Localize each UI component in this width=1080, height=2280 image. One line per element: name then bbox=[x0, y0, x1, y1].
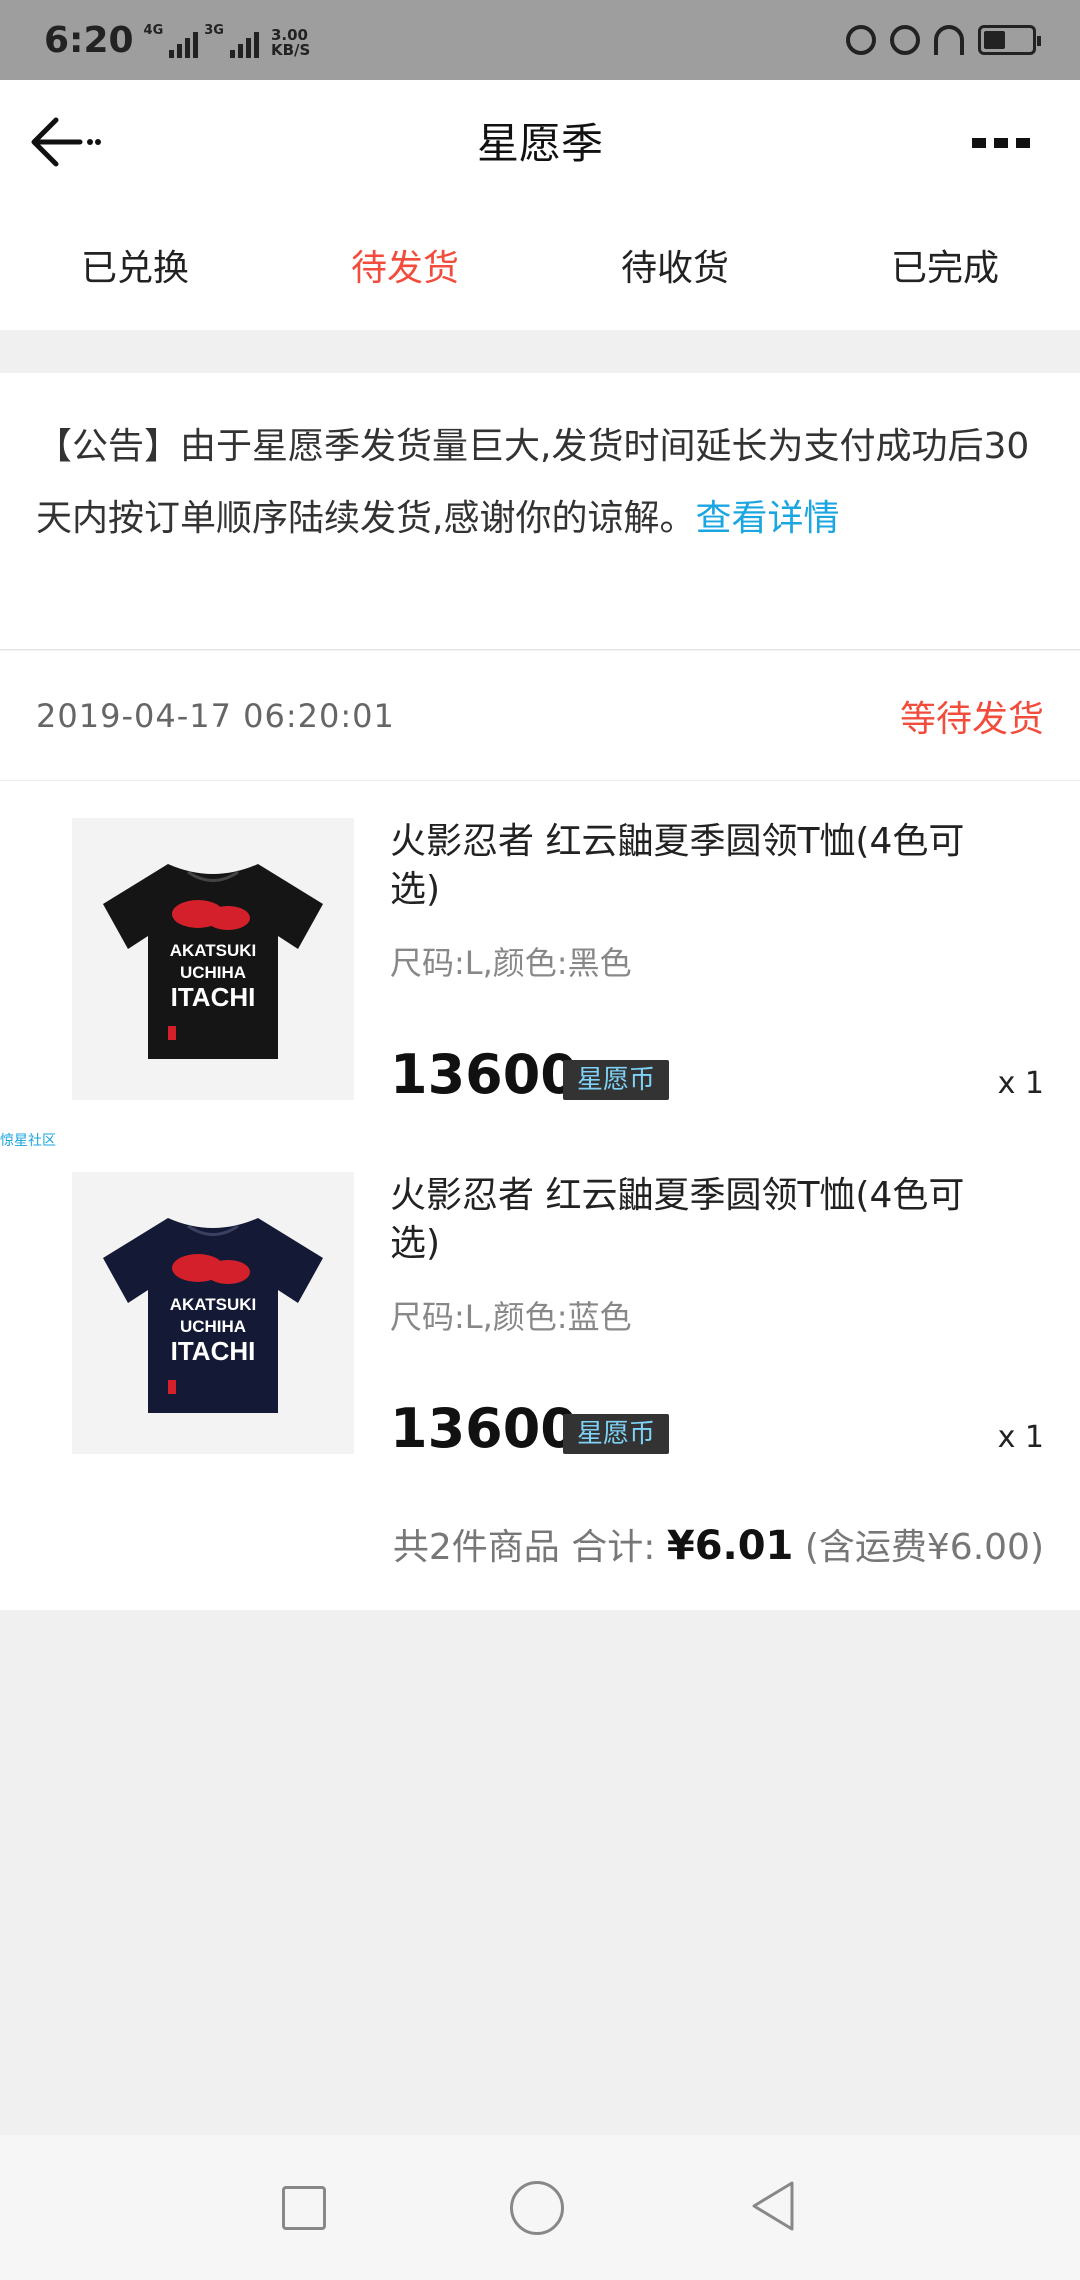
tab-completed[interactable]: 已完成 bbox=[810, 200, 1080, 330]
currency-badge: 星愿币 bbox=[563, 1060, 670, 1100]
system-nav-bar bbox=[0, 2135, 1080, 2280]
order-tabs: 已兑换 待发货 待收货 已完成 bbox=[0, 200, 1080, 330]
tshirt-image: AKATSUKI UCHIHA ITACHI bbox=[103, 864, 323, 1059]
item-price: 13600 bbox=[390, 1043, 578, 1106]
network-4g-label: 4G bbox=[143, 22, 164, 38]
print-line-1: AKATSUKI bbox=[170, 1295, 257, 1314]
tab-awaiting-shipment[interactable]: 待发货 bbox=[270, 200, 540, 330]
view-details-link[interactable]: 查看详情 bbox=[695, 498, 839, 539]
print-line-3: ITACHI bbox=[171, 1336, 256, 1366]
tshirt-image: AKATSUKI UCHIHA ITACHI bbox=[103, 1218, 323, 1413]
total-amount: ¥6.01 bbox=[666, 1523, 794, 1569]
order-time: 2019-04-17 06:20:01 bbox=[36, 696, 395, 735]
print-line-3: ITACHI bbox=[171, 982, 256, 1012]
product-image: AKATSUKI UCHIHA ITACHI bbox=[72, 818, 354, 1100]
battery-icon bbox=[978, 25, 1041, 55]
order-item[interactable]: AKATSUKI UCHIHA ITACHI 火影忍者 红云鼬夏季圆领T恤(4色… bbox=[0, 1172, 1080, 1472]
tab-exchanged[interactable]: 已兑换 bbox=[0, 200, 270, 330]
status-icons bbox=[846, 25, 1041, 55]
signal-icon-2 bbox=[229, 31, 259, 58]
order-total: 共2件商品 合计: ¥6.01 (含运费¥6.00) bbox=[393, 1518, 1044, 1570]
order-status: 等待发货 bbox=[899, 698, 1044, 740]
print-line-2: UCHIHA bbox=[180, 1317, 246, 1336]
item-spec: 尺码:L,颜色:蓝色 bbox=[390, 1298, 632, 1336]
total-label: 合计: bbox=[571, 1527, 656, 1568]
alarm-icon bbox=[890, 25, 920, 55]
status-time: 6:20 bbox=[44, 19, 134, 61]
recent-apps-button[interactable] bbox=[282, 2185, 326, 2230]
item-price: 13600 bbox=[390, 1397, 578, 1460]
announcement: 【公告】由于星愿季发货量巨大,发货时间延长为支付成功后30天内按订单顺序陆续发货… bbox=[0, 373, 1080, 650]
item-quantity: x 1 bbox=[997, 1066, 1044, 1101]
net-speed-unit: KB/S bbox=[270, 40, 311, 59]
item-title: 火影忍者 红云鼬夏季圆领T恤(4色可选) bbox=[390, 821, 965, 910]
currency-badge: 星愿币 bbox=[563, 1414, 670, 1454]
item-spec: 尺码:L,颜色:黑色 bbox=[390, 944, 632, 982]
more-icon bbox=[972, 138, 986, 148]
status-bar: 6:20 4G 3G 3.00 KB/S bbox=[0, 0, 1080, 80]
order-item[interactable]: AKATSUKI UCHIHA ITACHI 火影忍者 红云鼬夏季圆领T恤(4色… bbox=[0, 818, 1080, 1118]
app-header: 星愿季 bbox=[0, 80, 1080, 200]
item-quantity: x 1 bbox=[997, 1420, 1044, 1455]
more-button[interactable] bbox=[972, 138, 1030, 148]
back-nav-button[interactable] bbox=[748, 2179, 798, 2237]
net-speed: 3.00 KB/S bbox=[270, 27, 311, 59]
network-3g-label: 3G bbox=[204, 22, 224, 38]
item-title: 火影忍者 红云鼬夏季圆领T恤(4色可选) bbox=[390, 1175, 965, 1264]
order-card: 2019-04-17 06:20:01 等待发货 AKATSUKI UCHIHA… bbox=[0, 651, 1080, 1610]
product-image: AKATSUKI UCHIHA ITACHI bbox=[72, 1172, 354, 1454]
triangle-back-icon bbox=[752, 2181, 794, 2230]
announcement-text: 【公告】由于星愿季发货量巨大,发货时间延长为支付成功后30天内按订单顺序陆续发货… bbox=[36, 426, 1030, 539]
page-title: 星愿季 bbox=[476, 118, 603, 168]
shipping-fee: (含运费¥6.00) bbox=[804, 1527, 1044, 1568]
order-header: 2019-04-17 06:20:01 等待发货 bbox=[0, 651, 1080, 781]
community-watermark: 惊星社区 bbox=[0, 1133, 56, 1149]
lock-rotation-icon bbox=[846, 25, 876, 55]
tab-awaiting-receipt[interactable]: 待收货 bbox=[540, 200, 810, 330]
print-line-1: AKATSUKI bbox=[170, 941, 257, 960]
arrow-left-icon bbox=[31, 117, 101, 167]
signal-group: 4G 3G 3.00 KB/S bbox=[143, 22, 311, 59]
item-count: 共2件商品 bbox=[392, 1527, 560, 1568]
signal-icon bbox=[169, 31, 199, 58]
back-button[interactable] bbox=[26, 114, 106, 170]
home-button[interactable] bbox=[510, 2180, 564, 2235]
headphones-icon bbox=[934, 25, 964, 55]
print-line-2: UCHIHA bbox=[180, 963, 246, 982]
